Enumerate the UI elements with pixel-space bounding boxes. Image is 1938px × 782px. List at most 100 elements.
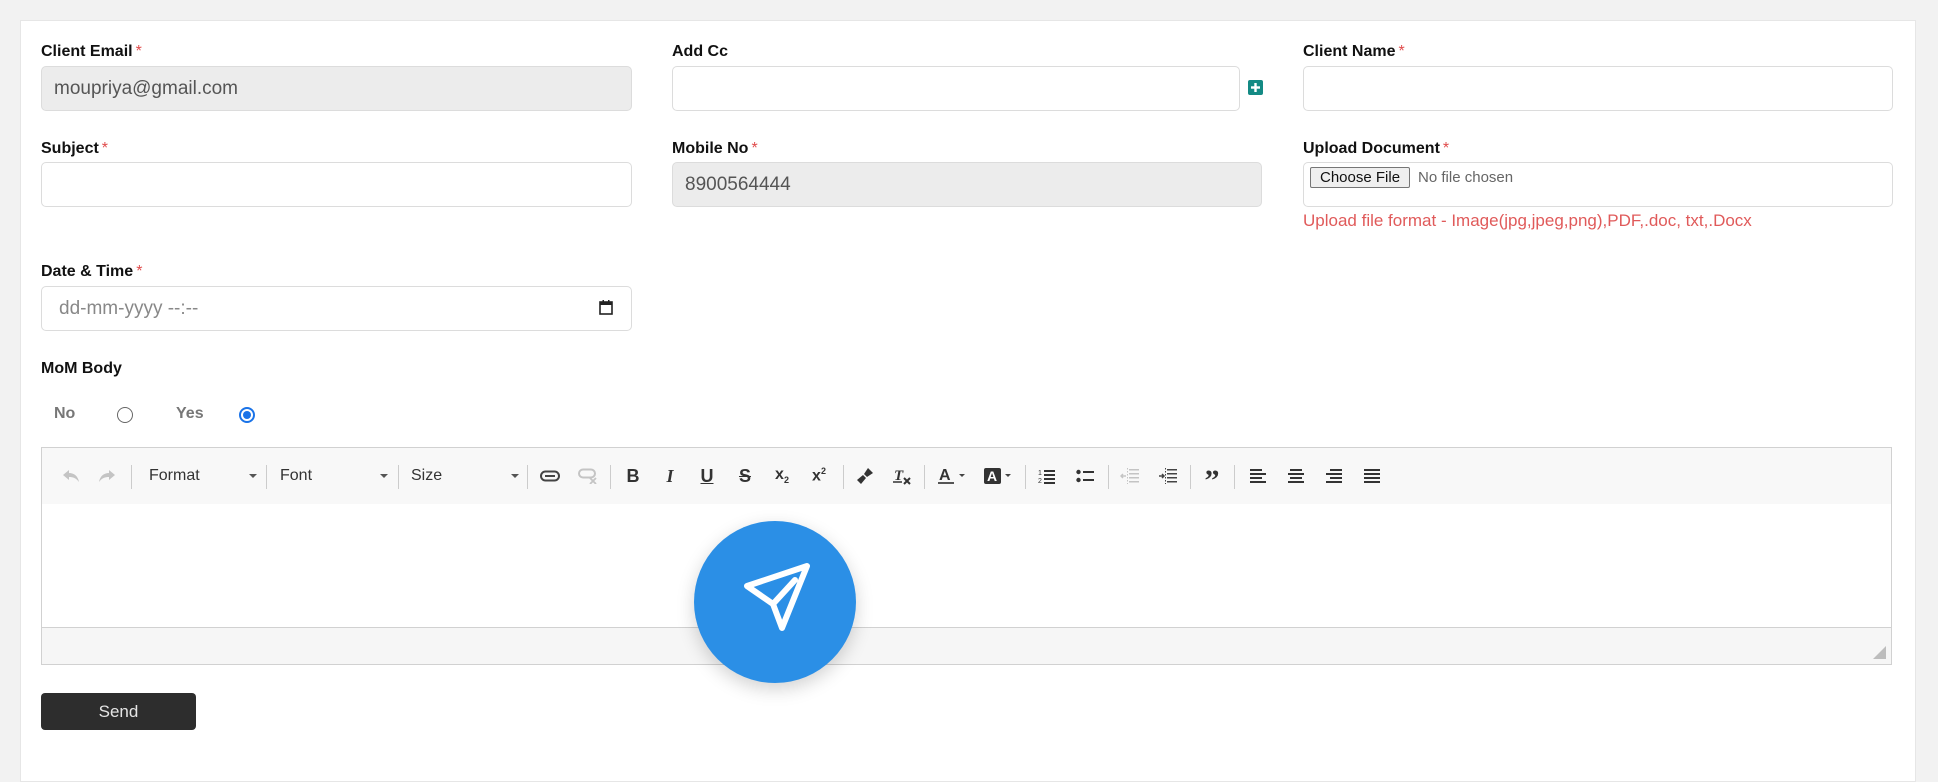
send-floating-button[interactable] <box>694 521 856 683</box>
strikethrough-button[interactable]: S <box>732 462 758 490</box>
radio-no[interactable] <box>117 407 133 423</box>
bold-button[interactable]: B <box>620 462 646 490</box>
required-marker: * <box>135 43 142 60</box>
resize-handle-icon[interactable] <box>1873 646 1886 659</box>
redo-icon <box>99 470 115 482</box>
add-cc-button[interactable] <box>1248 80 1263 95</box>
svg-text:2: 2 <box>1038 478 1042 484</box>
font-dropdown[interactable]: Font <box>280 462 388 490</box>
numbered-list-button[interactable]: 12 <box>1034 462 1060 490</box>
align-right-button[interactable] <box>1321 462 1347 490</box>
date-time-label-text: Date & Time <box>41 263 134 280</box>
editor-status-bar <box>42 627 1891 664</box>
radio-yes[interactable] <box>239 407 255 423</box>
blockquote-button[interactable]: ” <box>1199 462 1225 496</box>
radio-label-no: No <box>54 405 76 422</box>
caret-down-icon <box>249 474 257 478</box>
upload-document-label-text: Upload Document <box>1303 140 1440 157</box>
link-icon <box>540 470 560 482</box>
strikethrough-icon: S <box>738 465 751 486</box>
align-left-icon <box>1250 469 1266 483</box>
remove-format-button[interactable]: T <box>889 462 915 490</box>
mobile-no-label: Mobile No * <box>672 140 758 158</box>
link-button[interactable] <box>537 462 563 490</box>
underline-button[interactable]: U <box>694 462 720 490</box>
toolbar-separator <box>1025 465 1026 489</box>
send-icon <box>744 563 810 631</box>
background-color-icon: A <box>984 468 1011 484</box>
upload-format-hint: Upload file format - Image(jpg,jpeg,png)… <box>1303 211 1752 230</box>
size-dropdown-label: Size <box>411 467 443 484</box>
toolbar-separator <box>843 465 844 489</box>
bulleted-list-icon <box>1076 469 1094 483</box>
rich-text-editor: Format Font Size B I U S x2 x2 T A A 1 2… <box>41 447 1892 665</box>
size-dropdown[interactable]: Size <box>411 462 519 490</box>
toolbar-separator <box>1234 465 1235 489</box>
client-name-input[interactable] <box>1303 66 1893 111</box>
text-color-icon: A <box>938 467 965 484</box>
mom-form-card <box>20 20 1916 782</box>
undo-icon <box>63 470 79 482</box>
radio-label-yes: Yes <box>176 405 204 422</box>
editor-content-area[interactable] <box>42 504 1891 629</box>
bold-icon: B <box>626 465 640 486</box>
undo-button[interactable] <box>60 462 82 490</box>
text-color-button[interactable]: A <box>935 462 971 490</box>
client-name-label-text: Client Name <box>1303 43 1396 60</box>
client-email-input[interactable]: moupriya@gmail.com <box>41 66 632 111</box>
calendar-icon[interactable] <box>599 300 613 315</box>
numbered-list-icon: 12 <box>1038 470 1055 484</box>
plus-square-icon <box>1251 83 1260 92</box>
svg-text:1: 1 <box>1038 470 1042 477</box>
increase-indent-icon <box>1159 468 1177 484</box>
italic-button[interactable]: I <box>657 462 683 490</box>
subject-label-text: Subject <box>41 140 99 157</box>
font-dropdown-label: Font <box>280 467 313 484</box>
align-right-icon <box>1326 469 1342 483</box>
upload-document-input: Choose File No file chosen <box>1303 162 1893 207</box>
toolbar-separator <box>266 465 267 489</box>
decrease-indent-icon <box>1120 468 1139 484</box>
decrease-indent-button[interactable] <box>1117 462 1143 490</box>
superscript-button[interactable]: x2 <box>806 462 832 490</box>
justify-button[interactable] <box>1359 462 1385 490</box>
add-cc-input[interactable] <box>672 66 1240 111</box>
align-center-button[interactable] <box>1283 462 1309 490</box>
format-dropdown[interactable]: Format <box>149 462 257 490</box>
mobile-no-input[interactable]: 8900564444 <box>672 162 1262 207</box>
align-left-button[interactable] <box>1245 462 1271 490</box>
increase-indent-button[interactable] <box>1155 462 1181 490</box>
blockquote-icon: ” <box>1204 464 1220 497</box>
remove-format-icon: T <box>893 468 911 485</box>
copy-format-button[interactable] <box>852 462 878 490</box>
underline-icon: U <box>700 465 714 486</box>
background-color-button[interactable]: A <box>981 462 1017 490</box>
redo-button[interactable] <box>96 462 118 490</box>
file-status: No file chosen <box>1418 169 1514 186</box>
client-email-label-text: Client Email <box>41 43 133 60</box>
superscript-icon: x2 <box>812 466 826 485</box>
toolbar-separator <box>610 465 611 489</box>
required-marker: * <box>1442 140 1450 157</box>
send-button[interactable]: Send <box>41 693 196 730</box>
toolbar-separator <box>924 465 925 489</box>
svg-text:A: A <box>939 467 951 484</box>
toolbar-separator <box>527 465 528 489</box>
toolbar-separator <box>1190 465 1191 489</box>
mom-body-label: MoM Body <box>41 360 122 377</box>
toolbar-separator <box>1108 465 1109 489</box>
choose-file-button[interactable]: Choose File <box>1310 167 1411 188</box>
date-time-label: Date & Time * <box>41 263 142 281</box>
client-email-label: Client Email * <box>41 43 142 61</box>
add-cc-label: Add Cc <box>672 43 728 61</box>
editor-toolbar: Format Font Size B I U S x2 x2 T A A 1 2… <box>42 448 1891 505</box>
required-marker: * <box>101 140 109 157</box>
bulleted-list-button[interactable] <box>1072 462 1098 490</box>
unlink-button[interactable] <box>575 462 601 490</box>
subscript-button[interactable]: x2 <box>769 462 795 490</box>
subject-input[interactable] <box>41 162 632 207</box>
caret-down-icon <box>511 474 519 478</box>
date-time-input[interactable]: dd-mm-yyyy --:-- <box>41 286 632 331</box>
svg-text:A: A <box>987 468 997 484</box>
required-marker: * <box>751 140 758 157</box>
